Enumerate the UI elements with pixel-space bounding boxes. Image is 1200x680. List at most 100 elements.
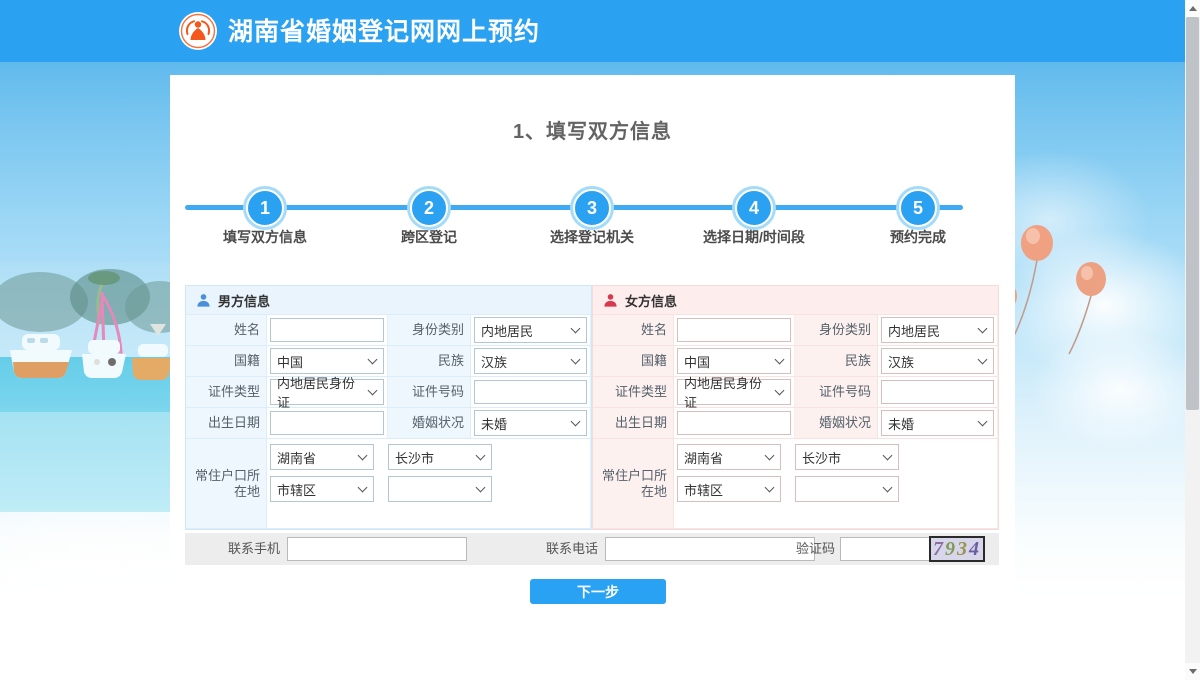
male-city-value: 长沙市 xyxy=(395,448,434,467)
male-city-select[interactable]: 长沙市 xyxy=(388,444,492,470)
female-cert-no-label: 证件号码 xyxy=(795,377,878,408)
mobile-input[interactable] xyxy=(287,537,467,561)
contact-row: 联系手机 联系电话 验证码 7934 xyxy=(185,533,999,565)
site-title: 湖南省婚姻登记网网上预约 xyxy=(228,0,540,62)
captcha-image[interactable]: 7934 xyxy=(929,536,985,562)
arrow-down-icon xyxy=(1189,669,1197,674)
female-section-title: 女方信息 xyxy=(625,291,677,310)
next-step-button[interactable]: 下一步 xyxy=(530,579,666,604)
main-panel: 1、填写双方信息 1 2 3 4 5 填写双方信息 跨区登记 选择登记机关 选择… xyxy=(170,75,1015,628)
male-district-value: 市辖区 xyxy=(277,480,316,499)
step-circle-2: 2 xyxy=(410,189,448,227)
chevron-down-icon xyxy=(358,451,368,461)
male-street-select[interactable] xyxy=(388,476,492,502)
male-ethnicity-select[interactable]: 汉族 xyxy=(474,348,587,374)
step-label-4: 选择日期/时间段 xyxy=(674,227,834,247)
female-cert-type-label: 证件类型 xyxy=(593,377,674,408)
female-district-select[interactable]: 市辖区 xyxy=(677,476,781,502)
male-nationality-value: 中国 xyxy=(277,352,303,371)
male-identity-value: 内地居民 xyxy=(481,321,533,340)
chevron-down-icon xyxy=(358,483,368,493)
female-province-select[interactable]: 湖南省 xyxy=(677,444,781,470)
captcha-digit: 9 xyxy=(945,538,957,561)
marriage-registry-logo-icon xyxy=(178,11,218,51)
female-nationality-select[interactable]: 中国 xyxy=(677,348,791,374)
female-marital-value: 未婚 xyxy=(888,414,914,433)
male-name-input[interactable] xyxy=(270,318,384,342)
page-title: 1、填写双方信息 xyxy=(170,115,1015,144)
step-circle-4: 4 xyxy=(735,189,773,227)
female-cert-type-value: 内地居民身份证 xyxy=(684,373,772,411)
female-province-value: 湖南省 xyxy=(684,448,723,467)
chevron-down-icon xyxy=(765,483,775,493)
captcha-digit: 7 xyxy=(933,538,945,561)
arrow-up-icon xyxy=(1189,6,1197,11)
female-birth-label: 出生日期 xyxy=(593,408,674,439)
male-birth-label: 出生日期 xyxy=(186,408,267,439)
female-name-label: 姓名 xyxy=(593,315,674,346)
page-scrollbar[interactable] xyxy=(1185,0,1200,680)
female-name-input[interactable] xyxy=(677,318,791,342)
male-nationality-select[interactable]: 中国 xyxy=(270,348,384,374)
female-ethnicity-label: 民族 xyxy=(795,346,878,377)
male-birth-input[interactable] xyxy=(270,411,384,435)
male-cert-type-select[interactable]: 内地居民身份证 xyxy=(270,379,384,405)
chevron-down-icon xyxy=(765,451,775,461)
female-identity-select[interactable]: 内地居民 xyxy=(881,317,994,343)
step-label-1: 填写双方信息 xyxy=(185,227,345,247)
male-identity-label: 身份类别 xyxy=(388,315,471,346)
phone-label: 联系电话 xyxy=(515,533,598,565)
female-marital-select[interactable]: 未婚 xyxy=(881,410,994,436)
chevron-down-icon xyxy=(883,483,893,493)
step-label-5: 预约完成 xyxy=(838,227,998,247)
scrollbar-thumb[interactable] xyxy=(1186,17,1199,410)
chevron-down-icon xyxy=(571,355,581,365)
male-nationality-label: 国籍 xyxy=(186,346,267,377)
chevron-down-icon xyxy=(571,417,581,427)
female-city-value: 长沙市 xyxy=(802,448,841,467)
female-birth-input[interactable] xyxy=(677,411,791,435)
male-marital-label: 婚姻状况 xyxy=(388,408,471,439)
scroll-up-button[interactable] xyxy=(1185,0,1200,17)
male-ethnicity-label: 民族 xyxy=(388,346,471,377)
male-ethnicity-value: 汉族 xyxy=(481,352,507,371)
male-name-label: 姓名 xyxy=(186,315,267,346)
chevron-down-icon xyxy=(368,386,378,396)
male-marital-select[interactable]: 未婚 xyxy=(474,410,587,436)
scroll-down-button[interactable] xyxy=(1185,663,1200,680)
female-ethnicity-select[interactable]: 汉族 xyxy=(881,348,994,374)
male-district-select[interactable]: 市辖区 xyxy=(270,476,374,502)
female-cert-no-input[interactable] xyxy=(881,380,994,404)
app-header: 湖南省婚姻登记网网上预约 xyxy=(0,0,1200,62)
male-identity-select[interactable]: 内地居民 xyxy=(474,317,587,343)
chevron-down-icon xyxy=(978,355,988,365)
male-cert-no-input[interactable] xyxy=(474,380,587,404)
browser-viewport: 湖南省婚姻登记网网上预约 1、填写双方信息 1 2 3 4 5 填写双方信息 跨… xyxy=(0,0,1200,680)
mobile-label: 联系手机 xyxy=(205,533,280,565)
chevron-down-icon xyxy=(978,324,988,334)
male-marital-value: 未婚 xyxy=(481,414,507,433)
female-street-select[interactable] xyxy=(795,476,899,502)
female-nationality-label: 国籍 xyxy=(593,346,674,377)
male-cert-no-label: 证件号码 xyxy=(388,377,471,408)
male-info-section: 男方信息 姓名 身份类别 内地居民 国籍 中国 民族 汉族 证件类型 内地居民身… xyxy=(185,285,592,530)
male-province-select[interactable]: 湖南省 xyxy=(270,444,374,470)
chevron-down-icon xyxy=(775,386,785,396)
male-cert-type-value: 内地居民身份证 xyxy=(277,373,365,411)
step-circle-3: 3 xyxy=(573,189,611,227)
female-residence-label: 常住户口所在地 xyxy=(593,439,674,529)
female-section-header: 女方信息 xyxy=(593,286,998,315)
male-section-header: 男方信息 xyxy=(186,286,591,315)
captcha-input[interactable] xyxy=(840,537,932,561)
female-cert-type-select[interactable]: 内地居民身份证 xyxy=(677,379,791,405)
captcha-digit: 4 xyxy=(969,538,981,561)
chevron-down-icon xyxy=(571,324,581,334)
step-label-2: 跨区登记 xyxy=(349,227,509,247)
captcha-label: 验证码 xyxy=(745,533,835,565)
male-residence-label: 常住户口所在地 xyxy=(186,439,267,529)
chevron-down-icon xyxy=(978,417,988,427)
female-person-icon xyxy=(603,293,618,308)
female-ethnicity-value: 汉族 xyxy=(888,352,914,371)
female-city-select[interactable]: 长沙市 xyxy=(795,444,899,470)
male-cert-type-label: 证件类型 xyxy=(186,377,267,408)
